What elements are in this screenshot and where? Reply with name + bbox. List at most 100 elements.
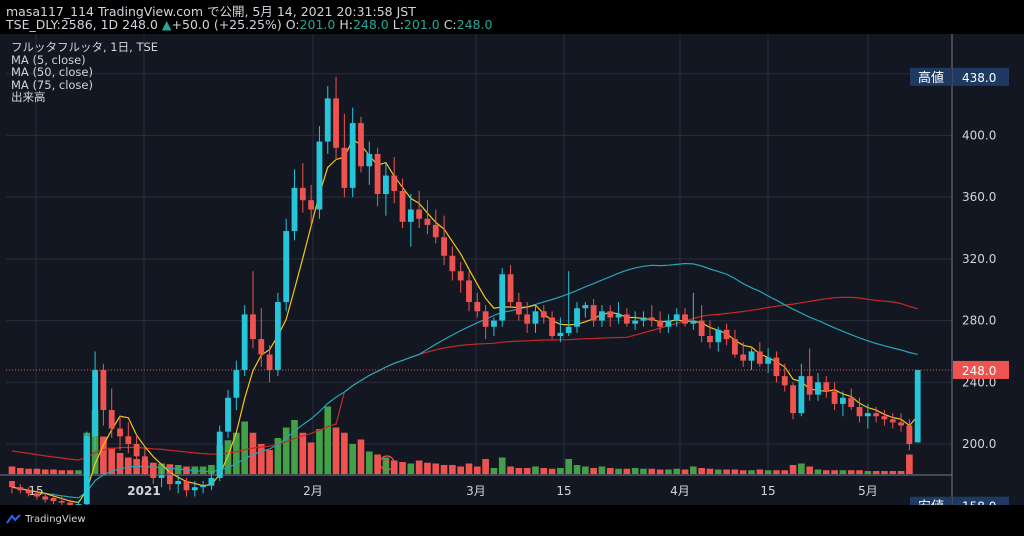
candle-body: [499, 274, 506, 321]
candle-body: [416, 209, 423, 219]
candle-body: [316, 141, 323, 210]
candle-body: [50, 498, 57, 502]
close-label: C:: [443, 17, 457, 32]
candle-body: [366, 153, 373, 167]
candle-body: [690, 320, 697, 324]
price-chart[interactable]: 480.0440.0400.0360.0320.0280.0240.0200.0…: [0, 34, 1024, 505]
volume-bar: [739, 470, 747, 474]
volume-bar: [341, 432, 348, 474]
volume-bar: [889, 471, 897, 474]
volume-bar: [731, 469, 739, 474]
candle-body: [482, 311, 489, 327]
candle-body: [881, 416, 888, 420]
candle-body: [191, 487, 198, 491]
x-tick-label: 2021: [127, 484, 160, 498]
candle-body: [225, 397, 231, 432]
volume-bar: [764, 470, 772, 474]
candle-body: [175, 481, 182, 485]
candle-body: [790, 385, 796, 414]
volume-bar: [66, 470, 74, 474]
volume-bar: [482, 459, 489, 474]
high-label: H:: [339, 17, 353, 32]
volume-bar: [498, 457, 506, 474]
candle-body: [831, 391, 838, 404]
candle-body: [441, 237, 447, 256]
open-value: 201.0: [299, 17, 336, 32]
candle-body: [756, 351, 763, 364]
volume-bar: [523, 468, 531, 474]
candle-body: [698, 320, 705, 336]
candle-body: [358, 123, 364, 167]
candle-body: [216, 431, 223, 478]
volume-bar: [349, 444, 356, 474]
volume-bar: [299, 432, 307, 474]
candle-body: [731, 339, 738, 355]
legend-volume[interactable]: 出来高: [11, 91, 158, 104]
high-value: 248.0: [352, 17, 389, 32]
volume-bar: [872, 471, 880, 474]
candle-body: [673, 314, 680, 321]
candle-body: [424, 218, 431, 225]
legend-ma50[interactable]: MA (50, close): [11, 66, 158, 79]
candle-body: [258, 339, 265, 355]
candle-body: [864, 413, 871, 417]
volume-bar: [407, 463, 415, 474]
candle-body: [17, 487, 24, 491]
candle-body: [208, 477, 215, 486]
volume-bar: [673, 468, 681, 474]
candle-body: [615, 314, 622, 318]
volume-bar: [748, 470, 755, 474]
volume-bar: [590, 468, 597, 474]
indicator-legend: フルッタフルッタ, 1日, TSE MA (5, close) MA (50, …: [11, 41, 158, 104]
volume-bar: [332, 427, 340, 474]
candle-body: [283, 231, 290, 303]
candle-body: [449, 255, 456, 272]
candle-body: [524, 314, 531, 324]
candle-body: [740, 354, 747, 361]
tradingview-icon: [6, 514, 21, 524]
candle-body: [266, 354, 273, 370]
volume-bar: [50, 469, 57, 474]
candle-body: [607, 311, 614, 318]
candle-body: [100, 369, 107, 411]
candle-body: [349, 123, 356, 188]
candle-body: [707, 336, 713, 343]
candle-body: [806, 376, 813, 395]
volume-bar: [282, 427, 290, 474]
candle-body: [532, 311, 539, 324]
chart-background: [0, 34, 1024, 505]
volume-bar: [831, 470, 838, 474]
candle-body: [200, 485, 207, 488]
candle-body: [299, 187, 306, 201]
volume-bar: [58, 470, 66, 474]
candle-body: [574, 308, 580, 327]
legend-symbol[interactable]: フルッタフルッタ, 1日, TSE: [11, 41, 158, 54]
candle-body: [117, 428, 123, 437]
candle-body: [142, 456, 148, 469]
candle-body: [333, 98, 339, 148]
x-tick-label: 15: [556, 484, 571, 498]
candle-body: [715, 329, 722, 343]
volume-bar: [773, 470, 780, 474]
candle-body: [341, 147, 348, 188]
candle-body: [399, 190, 406, 222]
candle-body: [840, 397, 846, 404]
volume-bar: [241, 421, 248, 474]
tradingview-logo[interactable]: TradingView: [6, 514, 86, 525]
candle-body: [250, 314, 256, 340]
candle-body: [274, 302, 281, 370]
candle-body: [383, 175, 389, 195]
candle-body: [374, 153, 381, 195]
candle-body: [781, 376, 788, 386]
high-badge-label: 高値: [918, 70, 944, 86]
volume-bar: [881, 471, 888, 474]
volume-bar: [698, 468, 705, 474]
candle-body: [765, 357, 772, 364]
candle-body: [748, 351, 755, 361]
change-value: +50.0 (+25.25%): [171, 17, 282, 32]
volume-bar: [41, 469, 49, 474]
x-tick-label: 4月: [670, 484, 690, 498]
candle-body: [565, 326, 572, 333]
volume-bar: [75, 470, 82, 474]
volume-bar: [806, 466, 813, 474]
